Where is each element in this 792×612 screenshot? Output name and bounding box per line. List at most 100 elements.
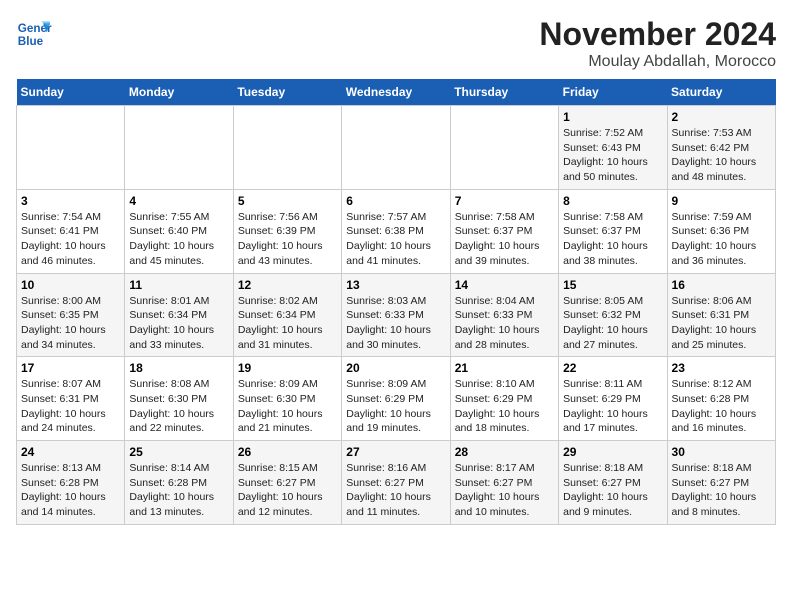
calendar-week-row: 17 Sunrise: 8:07 AMSunset: 6:31 PMDayligh… [17,357,776,441]
day-number: 6 [346,194,445,208]
day-number: 5 [238,194,337,208]
day-number: 27 [346,445,445,459]
logo-icon: General Blue [16,16,52,52]
calendar-cell: 10Sunrise: 8:00 AMSunset: 6:35 PMDayligh… [17,273,125,357]
day-info: Sunrise: 8:13 AMSunset: 6:28 PMDaylight:… [21,461,120,520]
calendar-cell: 20 Sunrise: 8:09 AMSunset: 6:29 PMDayligh… [342,357,450,441]
day-info: Sunrise: 7:55 AMSunset: 6:40 PMDaylight:… [129,210,228,269]
day-info: Sunrise: 8:12 AMSunset: 6:28 PMDaylight:… [672,377,771,436]
calendar-week-row: 24Sunrise: 8:13 AMSunset: 6:28 PMDayligh… [17,441,776,525]
day-info: Sunrise: 8:00 AMSunset: 6:35 PMDaylight:… [21,294,120,353]
calendar-cell: 12Sunrise: 8:02 AMSunset: 6:34 PMDayligh… [233,273,341,357]
day-number: 2 [672,110,771,124]
calendar-cell: 29Sunrise: 8:18 AMSunset: 6:27 PMDayligh… [559,441,667,525]
day-info: Sunrise: 8:02 AMSunset: 6:34 PMDaylight:… [238,294,337,353]
calendar-cell: 11Sunrise: 8:01 AMSunset: 6:34 PMDayligh… [125,273,233,357]
calendar-cell: 27 Sunrise: 8:16 AMSunset: 6:27 PMDayligh… [342,441,450,525]
day-of-week-header: Thursday [450,79,558,106]
calendar-cell [450,106,558,190]
calendar-cell: 19 Sunrise: 8:09 AMSunset: 6:30 PMDayligh… [233,357,341,441]
day-number: 13 [346,278,445,292]
day-number: 4 [129,194,228,208]
month-title: November 2024 [539,16,776,53]
calendar-cell: 2 Sunrise: 7:53 AMSunset: 6:42 PMDaylight… [667,106,775,190]
day-of-week-header: Monday [125,79,233,106]
calendar-cell [125,106,233,190]
day-info: Sunrise: 8:08 AMSunset: 6:30 PMDaylight:… [129,377,228,436]
calendar-cell: 16 Sunrise: 8:06 AMSunset: 6:31 PMDayligh… [667,273,775,357]
day-info: Sunrise: 7:59 AMSunset: 6:36 PMDaylight:… [672,210,771,269]
day-info: Sunrise: 8:01 AMSunset: 6:34 PMDaylight:… [129,294,228,353]
day-number: 7 [455,194,554,208]
calendar-week-row: 3 Sunrise: 7:54 AMSunset: 6:41 PMDaylight… [17,189,776,273]
calendar-cell: 4 Sunrise: 7:55 AMSunset: 6:40 PMDaylight… [125,189,233,273]
calendar-cell: 13Sunrise: 8:03 AMSunset: 6:33 PMDayligh… [342,273,450,357]
day-number: 18 [129,361,228,375]
day-info: Sunrise: 8:10 AMSunset: 6:29 PMDaylight:… [455,377,554,436]
calendar-cell: 8 Sunrise: 7:58 AMSunset: 6:37 PMDaylight… [559,189,667,273]
day-info: Sunrise: 8:09 AMSunset: 6:29 PMDaylight:… [346,377,445,436]
calendar-header-row: SundayMondayTuesdayWednesdayThursdayFrid… [17,79,776,106]
calendar-cell: 24Sunrise: 8:13 AMSunset: 6:28 PMDayligh… [17,441,125,525]
svg-text:Blue: Blue [18,35,44,48]
day-info: Sunrise: 7:57 AMSunset: 6:38 PMDaylight:… [346,210,445,269]
calendar-cell: 26 Sunrise: 8:15 AMSunset: 6:27 PMDayligh… [233,441,341,525]
day-number: 19 [238,361,337,375]
calendar-cell [233,106,341,190]
calendar-cell: 21 Sunrise: 8:10 AMSunset: 6:29 PMDayligh… [450,357,558,441]
calendar-cell: 5Sunrise: 7:56 AMSunset: 6:39 PMDaylight… [233,189,341,273]
day-number: 15 [563,278,662,292]
day-number: 21 [455,361,554,375]
calendar-cell: 25 Sunrise: 8:14 AMSunset: 6:28 PMDayligh… [125,441,233,525]
day-info: Sunrise: 7:58 AMSunset: 6:37 PMDaylight:… [563,210,662,269]
day-info: Sunrise: 8:17 AMSunset: 6:27 PMDaylight:… [455,461,554,520]
calendar-cell: 6 Sunrise: 7:57 AMSunset: 6:38 PMDaylight… [342,189,450,273]
calendar-cell: 14 Sunrise: 8:04 AMSunset: 6:33 PMDayligh… [450,273,558,357]
logo: General Blue [16,16,52,52]
day-number: 28 [455,445,554,459]
day-number: 3 [21,194,120,208]
calendar-cell: 15 Sunrise: 8:05 AMSunset: 6:32 PMDayligh… [559,273,667,357]
day-info: Sunrise: 7:54 AMSunset: 6:41 PMDaylight:… [21,210,120,269]
day-of-week-header: Wednesday [342,79,450,106]
day-info: Sunrise: 8:04 AMSunset: 6:33 PMDaylight:… [455,294,554,353]
day-info: Sunrise: 8:07 AMSunset: 6:31 PMDaylight:… [21,377,120,436]
day-number: 9 [672,194,771,208]
day-number: 17 [21,361,120,375]
day-number: 25 [129,445,228,459]
calendar-cell: 3 Sunrise: 7:54 AMSunset: 6:41 PMDaylight… [17,189,125,273]
day-of-week-header: Friday [559,79,667,106]
day-number: 1 [563,110,662,124]
calendar-cell: 23Sunrise: 8:12 AMSunset: 6:28 PMDayligh… [667,357,775,441]
calendar-cell: 18 Sunrise: 8:08 AMSunset: 6:30 PMDayligh… [125,357,233,441]
calendar-cell: 17 Sunrise: 8:07 AMSunset: 6:31 PMDayligh… [17,357,125,441]
day-of-week-header: Tuesday [233,79,341,106]
page-header: General Blue November 2024 Moulay Abdall… [16,16,776,71]
day-number: 16 [672,278,771,292]
calendar-cell: 22Sunrise: 8:11 AMSunset: 6:29 PMDayligh… [559,357,667,441]
day-info: Sunrise: 8:15 AMSunset: 6:27 PMDaylight:… [238,461,337,520]
day-number: 14 [455,278,554,292]
day-info: Sunrise: 7:53 AMSunset: 6:42 PMDaylight:… [672,126,771,185]
calendar-week-row: 10Sunrise: 8:00 AMSunset: 6:35 PMDayligh… [17,273,776,357]
calendar-week-row: 1Sunrise: 7:52 AMSunset: 6:43 PMDaylight… [17,106,776,190]
calendar-cell: 9 Sunrise: 7:59 AMSunset: 6:36 PMDaylight… [667,189,775,273]
day-number: 29 [563,445,662,459]
calendar-cell [342,106,450,190]
title-block: November 2024 Moulay Abdallah, Morocco [539,16,776,71]
day-info: Sunrise: 8:05 AMSunset: 6:32 PMDaylight:… [563,294,662,353]
day-info: Sunrise: 8:06 AMSunset: 6:31 PMDaylight:… [672,294,771,353]
calendar-cell: 7 Sunrise: 7:58 AMSunset: 6:37 PMDaylight… [450,189,558,273]
day-info: Sunrise: 8:09 AMSunset: 6:30 PMDaylight:… [238,377,337,436]
day-info: Sunrise: 7:58 AMSunset: 6:37 PMDaylight:… [455,210,554,269]
day-number: 22 [563,361,662,375]
day-number: 26 [238,445,337,459]
day-number: 30 [672,445,771,459]
day-info: Sunrise: 8:14 AMSunset: 6:28 PMDaylight:… [129,461,228,520]
day-number: 8 [563,194,662,208]
day-info: Sunrise: 8:16 AMSunset: 6:27 PMDaylight:… [346,461,445,520]
day-number: 20 [346,361,445,375]
day-of-week-header: Sunday [17,79,125,106]
calendar-table: SundayMondayTuesdayWednesdayThursdayFrid… [16,79,776,525]
day-of-week-header: Saturday [667,79,775,106]
